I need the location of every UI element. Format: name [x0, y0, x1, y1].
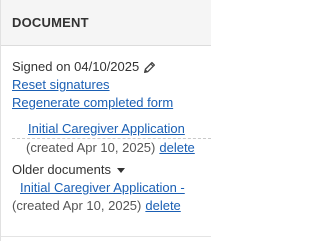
- pencil-icon[interactable]: [143, 61, 156, 74]
- current-document-entry: Initial Caregiver Application (created A…: [12, 120, 211, 157]
- older-document-link[interactable]: Initial Caregiver Application -: [20, 180, 185, 195]
- current-document-link[interactable]: Initial Caregiver Application: [28, 121, 185, 136]
- panel-title: DOCUMENT: [12, 15, 89, 30]
- caret-down-icon[interactable]: [117, 167, 125, 173]
- current-document-meta: (created Apr 10, 2025) delete: [12, 139, 211, 157]
- older-document-item: Initial Caregiver Application - (created…: [12, 179, 211, 215]
- older-document-meta: (created Apr 10, 2025) delete: [12, 197, 211, 215]
- reset-signatures-link[interactable]: Reset signatures: [12, 76, 211, 94]
- bottom-divider: [1, 236, 211, 237]
- older-document-title-row: Initial Caregiver Application -: [12, 179, 211, 197]
- current-document-created: (created Apr 10, 2025): [26, 140, 156, 155]
- older-documents-label: Older documents: [12, 162, 111, 177]
- panel-header: DOCUMENT: [1, 0, 211, 46]
- older-document-delete-link[interactable]: delete: [145, 198, 180, 213]
- older-documents-toggle[interactable]: Older documents: [12, 161, 211, 179]
- signed-status-row: Signed on 04/10/2025: [12, 58, 211, 76]
- older-documents-list: Initial Caregiver Application - (created…: [12, 179, 211, 215]
- document-panel: DOCUMENT Signed on 04/10/2025 Reset sign…: [0, 0, 211, 241]
- older-document-created: (created Apr 10, 2025): [12, 198, 142, 213]
- signed-date-text: Signed on 04/10/2025: [12, 59, 140, 74]
- current-document-title-row: Initial Caregiver Application: [12, 120, 211, 139]
- regenerate-form-link[interactable]: Regenerate completed form: [12, 94, 211, 112]
- panel-body: Signed on 04/10/2025 Reset signatures Re…: [1, 46, 211, 215]
- current-document-delete-link[interactable]: delete: [159, 140, 194, 155]
